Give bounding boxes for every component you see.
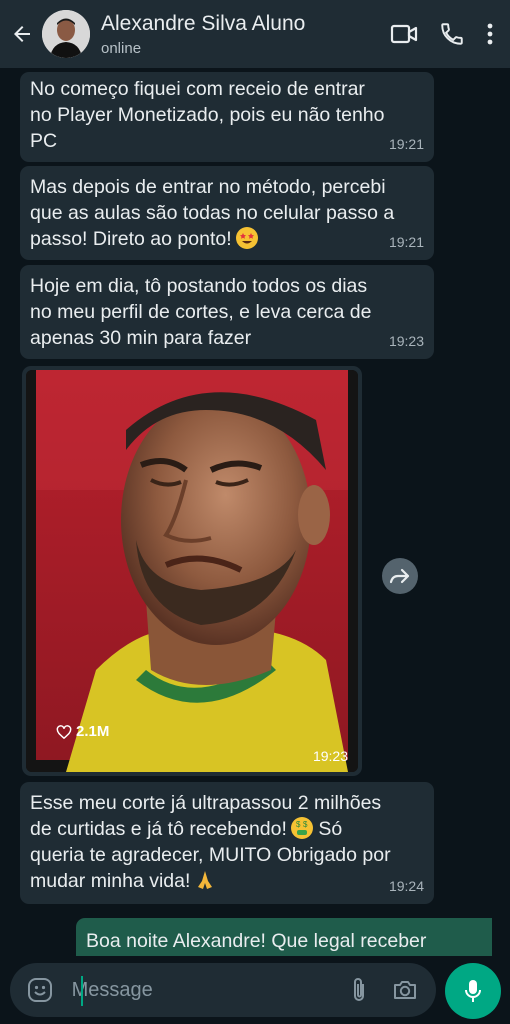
emoji-picker-icon[interactable] [14,977,66,1003]
video-thumbnail[interactable]: 2.1M 19:23 [26,370,358,772]
message-bubble[interactable]: No começo fiquei com receio de entrar no… [20,72,434,162]
message-text: Mas depois de entrar no método, percebi … [30,176,395,250]
avatar[interactable] [42,10,90,58]
image-message[interactable]: 2.1M 19:23 [22,366,362,776]
contact-name: Alexandre Silva Aluno [101,11,306,35]
forward-icon[interactable] [382,558,418,594]
message-time: 19:23 [388,333,424,349]
message-composer [10,963,436,1017]
message-text: No começo fiquei com receio de entrar no… [30,78,385,152]
message-text: Hoje em dia, tô postando todos os dias n… [30,275,372,349]
message-time: 19:23 [312,748,348,764]
mic-icon [465,980,481,1002]
message-bubble[interactable]: Mas depois de entrar no método, percebi … [20,166,434,260]
phone-call-icon[interactable] [428,10,476,58]
contact-status: online [101,39,142,57]
outgoing-message-bubble[interactable]: Boa noite Alexandre! Que legal receber [76,918,492,956]
message-text: Esse meu corte já ultrapassou 2 milhões … [30,792,391,892]
message-time: 19:24 [388,878,424,894]
svg-text:$: $ [303,820,308,829]
attach-icon[interactable] [337,977,383,1003]
chat-area[interactable]: No começo fiquei com receio de entrar no… [0,68,510,956]
message-bubble[interactable]: Hoje em dia, tô postando todos os dias n… [20,265,434,359]
svg-text:$: $ [296,820,301,829]
camera-icon[interactable] [382,979,428,1001]
message-text: Boa noite Alexandre! Que legal receber [86,930,427,952]
message-bubble[interactable]: Esse meu corte já ultrapassou 2 milhões … [20,782,434,904]
message-input[interactable] [65,978,337,1002]
message-time: 19:21 [388,136,424,152]
video-call-icon[interactable] [380,10,428,58]
likes-count: 2.1M [56,723,109,740]
folded-hands-emoji-icon [194,869,216,891]
chat-header: Alexandre Silva Aluno online [0,0,510,68]
heart-icon [56,725,72,739]
mic-button[interactable] [445,963,501,1019]
likes-value: 2.1M [76,723,110,740]
more-options-icon[interactable] [476,10,504,58]
contact-info[interactable]: Alexandre Silva Aluno online [101,12,380,57]
message-time: 19:21 [388,234,424,250]
star-struck-emoji-icon [235,227,258,249]
back-arrow-icon[interactable] [2,0,42,68]
text-caret [81,976,83,1006]
money-mouth-emoji-icon: $ $ [290,817,313,839]
